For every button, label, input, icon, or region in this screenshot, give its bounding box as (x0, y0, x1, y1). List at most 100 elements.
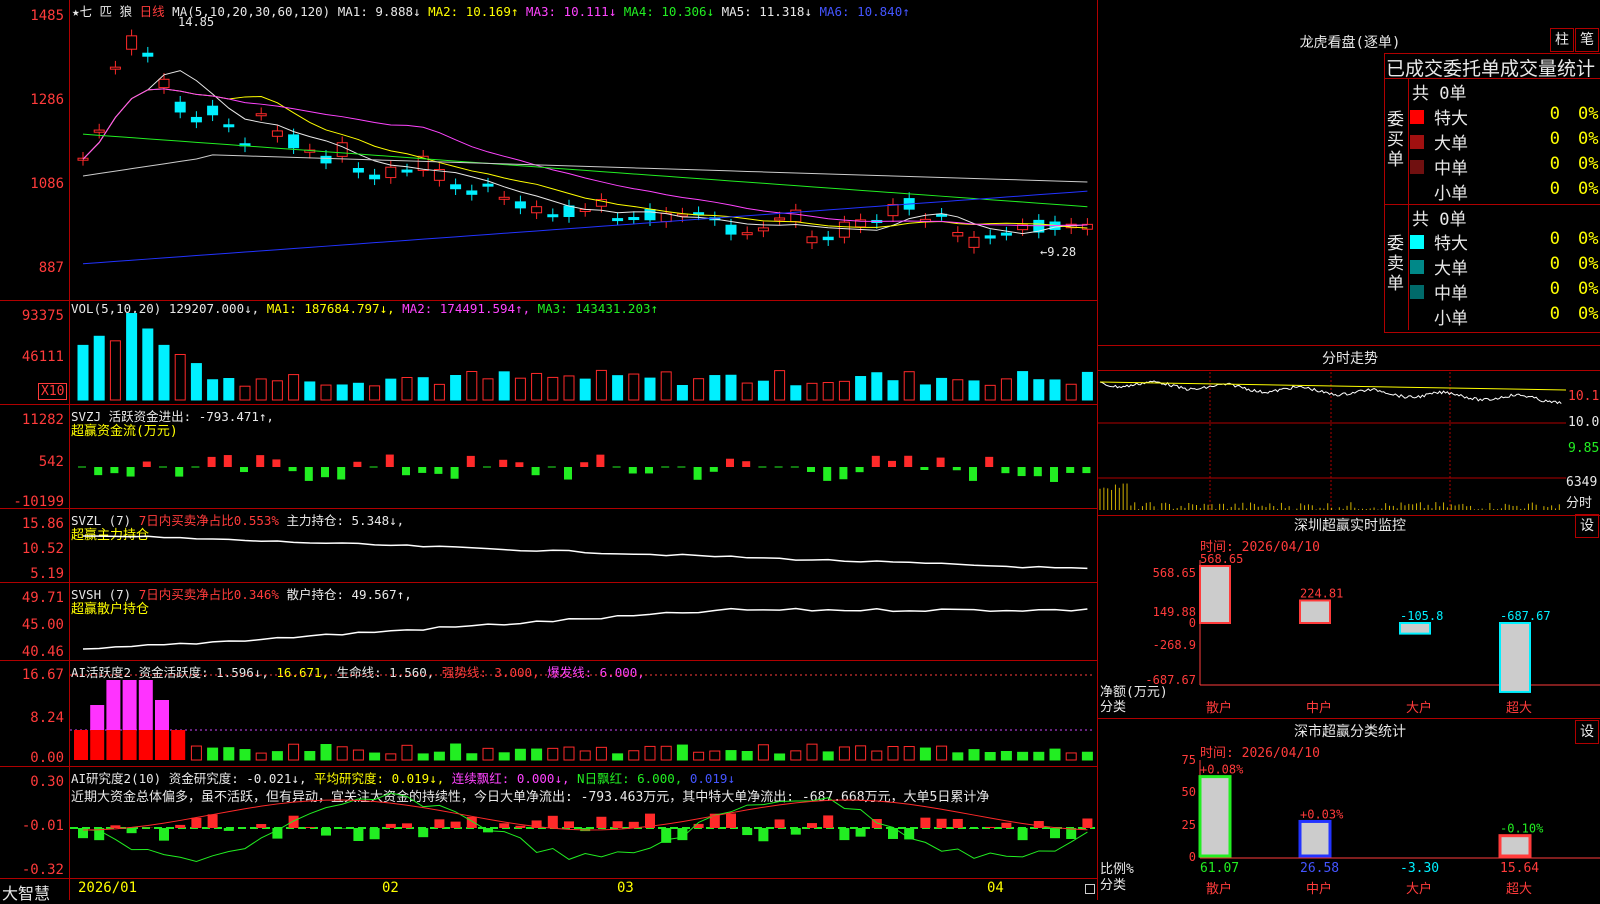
flow-bar (272, 459, 280, 467)
activity-bar (742, 752, 752, 760)
ai-active-header: AI活跃度2 资金活跃度: 1.596↓, 16.671, 生命线: 1.560… (71, 662, 645, 681)
ai-research-axis-label: 0.30 (0, 774, 64, 790)
activity-bar (775, 754, 785, 760)
volume-bar (645, 378, 655, 400)
order-size-name: 中单 (1434, 154, 1468, 179)
flow-bar (127, 467, 135, 477)
color-swatch (1410, 160, 1424, 174)
vol-unit-badge: X10 (38, 383, 67, 400)
right-panels-canvas: 568.65149.880-268.9-687.67568.65散户224.81… (0, 0, 1600, 900)
ma5-value: MA5: 11.318↓ (722, 4, 812, 19)
period-label[interactable]: 日线 (140, 4, 165, 19)
research-bar (1018, 828, 1028, 840)
volume-bar (418, 378, 428, 400)
activity-bar (904, 747, 914, 760)
candle-body (645, 210, 655, 220)
intraday-axis-label: 10.01 (1568, 415, 1600, 430)
order-size-name: 小单 (1434, 179, 1468, 204)
volume-bar (580, 379, 590, 400)
research-bar (807, 823, 817, 828)
candle-body (807, 237, 817, 243)
activity-bar (467, 754, 477, 760)
research-bar (159, 828, 169, 841)
price-axis-label: 887 (0, 260, 64, 276)
category-label: 大户 (1406, 881, 1432, 897)
pen-view-button[interactable]: 笔 (1575, 28, 1599, 52)
activity-bar (823, 752, 833, 760)
ai-active-d2: 16.671, (276, 665, 329, 680)
volume-bar (532, 373, 542, 400)
research-bar (726, 813, 736, 828)
research-bar (386, 824, 396, 828)
flow-bar (386, 455, 394, 467)
kline-chart-canvas[interactable] (0, 0, 1097, 900)
class-change-label: +0.08% (1200, 763, 1244, 777)
candle-body (564, 206, 574, 217)
class-axis-label: 75 (1182, 753, 1196, 767)
research-bar (839, 828, 849, 840)
volume-bar (823, 383, 833, 400)
flow-bar (596, 455, 604, 467)
activity-bar (123, 680, 137, 730)
flow-bar (240, 467, 248, 472)
bar-view-button[interactable]: 柱 (1550, 28, 1574, 52)
order-count: 0 (1540, 179, 1560, 199)
sz-class-settings-button[interactable]: 设 (1575, 720, 1599, 744)
candle-body (1066, 224, 1076, 227)
activity-bar (726, 751, 736, 760)
lock-icon[interactable] (1085, 884, 1095, 894)
sz-monitor-x-title: 分类 (1100, 696, 1126, 715)
buy-total: 共 0单 (1412, 79, 1466, 104)
ma-line (83, 155, 1087, 182)
date-axis-label: 04 (987, 880, 1004, 896)
candle-body (580, 209, 590, 211)
flow-bar (434, 467, 442, 474)
candle-body (224, 125, 234, 127)
color-swatch (1410, 260, 1424, 274)
ai-research-axis-label: -0.01 (0, 818, 64, 834)
vol-axis-label: 93375 (0, 308, 64, 324)
candle-body (143, 53, 153, 56)
class-value-label: 26.58 (1300, 861, 1339, 876)
favorite-star-icon[interactable]: ★ (72, 4, 80, 19)
candle-body (1001, 233, 1011, 235)
candle-body (1034, 220, 1044, 232)
volume-bar (807, 383, 817, 400)
order-percent: 0% (1578, 279, 1598, 299)
ai-research-d3: 连续飘红: 0.000↓, (452, 771, 570, 786)
activity-bar (386, 754, 396, 760)
activity-bar (1082, 752, 1092, 760)
activity-bar (272, 752, 282, 760)
volume-bar (953, 380, 963, 400)
intraday-price-line (1100, 381, 1561, 404)
order-percent: 0% (1578, 254, 1598, 274)
vol-axis-label: 46111 (0, 349, 64, 365)
svzj-axis-label: 11282 (0, 412, 64, 428)
svzl-axis-label: 10.52 (0, 541, 64, 557)
activity-bar (839, 747, 849, 760)
research-bar (402, 823, 412, 828)
svsh-desc2: 散户持仓: 49.567↑, (286, 587, 411, 602)
research-bar (629, 822, 639, 828)
research-bar (256, 824, 266, 828)
volume-bar (710, 376, 720, 400)
order-count: 0 (1540, 104, 1560, 124)
sz-monitor-settings-button[interactable]: 设 (1575, 514, 1599, 538)
candle-body (839, 222, 849, 237)
volume-bar (564, 376, 574, 400)
ai-research-d5: 0.019↓ (690, 771, 735, 786)
vol-ma1: MA1: 187684.797↓, (267, 301, 395, 316)
flow-bar (532, 467, 540, 475)
volume-bar (726, 375, 736, 400)
monitor-axis-label: 149.88 (1153, 605, 1196, 619)
research-bar (613, 821, 623, 828)
flow-bar (402, 467, 410, 475)
research-bar (775, 819, 785, 828)
candle-body (127, 36, 137, 49)
activity-bar (613, 754, 623, 760)
activity-bar (629, 751, 639, 760)
research-bar (661, 828, 671, 843)
research-bar (499, 823, 509, 828)
research-bar (289, 816, 299, 828)
brand-logo: 大智慧 (2, 880, 50, 904)
